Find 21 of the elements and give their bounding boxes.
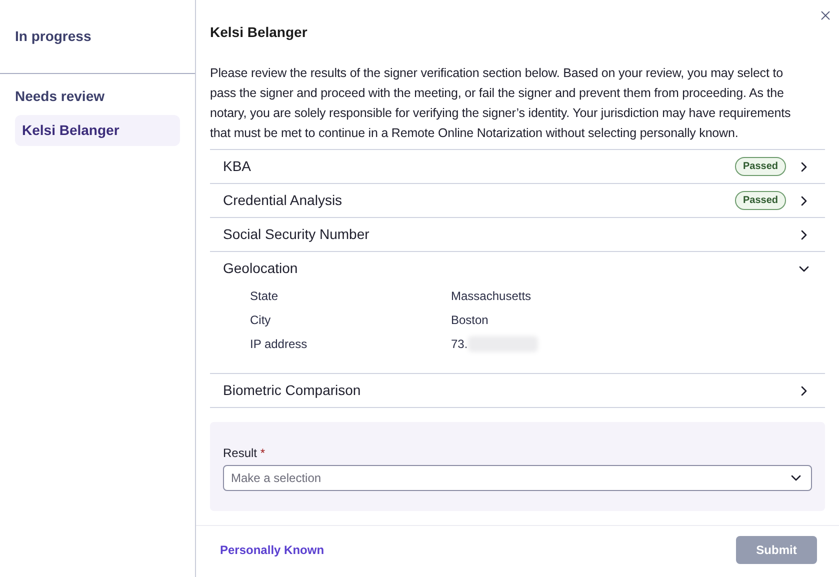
sidebar-item[interactable]: Kelsi Belanger bbox=[15, 115, 180, 146]
result-select[interactable]: Make a selection bbox=[223, 465, 812, 491]
status-badge: Passed bbox=[734, 191, 786, 210]
sidebar-heading: In progress bbox=[15, 27, 92, 46]
section-header[interactable]: Credential Analysis Passed bbox=[210, 184, 825, 217]
detail-value: Massachusetts bbox=[451, 288, 532, 305]
personally-known-link[interactable]: Personally Known bbox=[220, 540, 324, 558]
field-label: Result * bbox=[223, 445, 266, 462]
sidebar-heading: Needs review bbox=[15, 87, 106, 106]
status-badge: Passed bbox=[734, 157, 786, 176]
detail-value: Boston bbox=[451, 312, 488, 329]
section-header[interactable]: Biometric Comparison bbox=[210, 374, 825, 407]
panel-title: Kelsi Belanger bbox=[210, 23, 308, 42]
detail-label: State bbox=[250, 288, 280, 305]
section-header[interactable]: Geolocation bbox=[210, 252, 825, 285]
section-header[interactable]: KBA Passed bbox=[210, 150, 825, 183]
intro-paragraph: Please review the results of the signer verification section below. Based on your review, you may select to pass the signer and proceed with the meeting, or fail the signer and prevent them from proceeding. As the notary, you are solely responsible for verifying the signer’s identity. Your jurisdiction may have requirements that must be met to continue in a Remote Online Notarization without selecting personally known. bbox=[210, 65, 792, 142]
detail-label: IP address bbox=[250, 336, 308, 353]
detail-value: 73. bbox=[451, 336, 468, 353]
detail-label: City bbox=[250, 312, 272, 329]
section-header[interactable]: Social Security Number bbox=[210, 218, 825, 251]
